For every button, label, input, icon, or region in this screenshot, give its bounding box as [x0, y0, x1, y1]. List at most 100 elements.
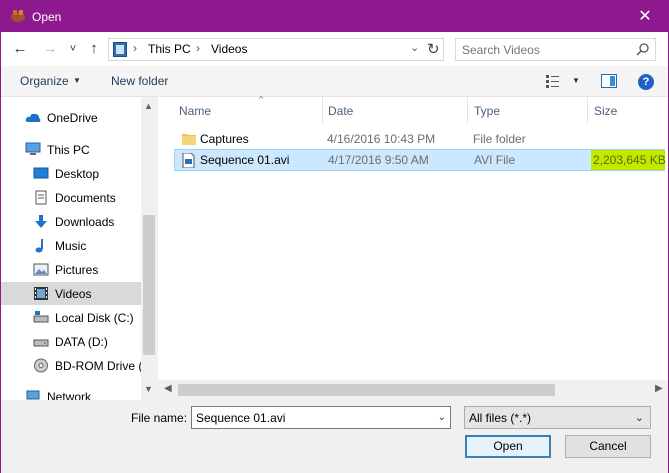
search-icon[interactable] [636, 42, 650, 56]
app-icon [11, 10, 25, 22]
column-header-size[interactable]: Size [587, 97, 667, 124]
sidebar-item-this-pc[interactable]: This PC [1, 138, 141, 161]
breadcrumb-videos[interactable]: Videos [211, 42, 247, 56]
horizontal-scrollbar[interactable]: ◀ ▶ [158, 380, 668, 400]
file-list: Name ^ Date Type Size Captures 4/16/2016… [158, 94, 668, 400]
file-name-field[interactable]: Sequence 01.avi ⌄ [191, 406, 451, 429]
column-label: Name [179, 104, 212, 118]
bd-rom-icon [34, 358, 48, 373]
refresh-button[interactable]: ↻ [427, 40, 440, 58]
desktop-icon [33, 167, 49, 179]
view-dropdown-icon[interactable]: ▼ [572, 76, 580, 85]
column-header-name[interactable]: Name ^ [172, 94, 322, 124]
documents-icon [35, 190, 47, 205]
column-header-type[interactable]: Type [467, 97, 587, 124]
scroll-up-icon[interactable]: ▲ [144, 101, 153, 111]
sidebar-item-label: Music [55, 239, 87, 253]
close-button[interactable]: ✕ [622, 1, 668, 32]
cancel-button[interactable]: Cancel [565, 435, 651, 458]
sidebar-item-bd-rom[interactable]: BD-ROM Drive (E [1, 354, 150, 377]
file-name: Sequence 01.avi [200, 153, 290, 167]
back-button[interactable]: ← [10, 39, 30, 59]
music-icon [35, 239, 43, 253]
network-icon [26, 390, 40, 400]
breadcrumb-this-pc[interactable]: This PC [148, 42, 191, 56]
sidebar-item-label: DATA (D:) [55, 335, 108, 349]
new-folder-button[interactable]: New folder [111, 74, 168, 88]
search-input[interactable] [462, 42, 632, 58]
address-bar[interactable]: › This PC › Videos ⌄ ↻ [108, 38, 444, 61]
sidebar-item-data-drive[interactable]: DATA (D:) [1, 330, 141, 353]
scroll-right-icon[interactable]: ▶ [655, 383, 663, 394]
window-title: Open [32, 10, 62, 24]
cloud-icon [25, 113, 41, 122]
scroll-left-icon[interactable]: ◀ [164, 383, 172, 394]
file-row-sequence[interactable]: Sequence 01.avi 4/17/2016 9:50 AM AVI Fi… [174, 149, 666, 171]
chevron-down-icon[interactable]: ⌄ [438, 412, 446, 423]
file-name: Captures [200, 132, 249, 146]
sidebar-item-local-disk[interactable]: Local Disk (C:) [1, 306, 141, 329]
column-label: Type [474, 104, 501, 118]
organize-button[interactable]: Organize [20, 74, 69, 88]
file-date: 4/16/2016 10:43 PM [327, 132, 436, 146]
sidebar-item-label: Network [47, 390, 92, 400]
sidebar-item-label: Downloads [55, 215, 115, 229]
scroll-thumb[interactable] [143, 215, 155, 355]
view-options-icon[interactable] [546, 74, 564, 88]
sidebar-item-downloads[interactable]: Downloads [1, 210, 141, 233]
address-dropdown-icon[interactable]: ⌄ [410, 41, 419, 54]
up-button[interactable]: ↑ [84, 39, 104, 59]
file-row-captures[interactable]: Captures 4/16/2016 10:43 PM File folder [174, 128, 665, 150]
help-icon[interactable]: ? [638, 74, 654, 90]
search-box[interactable] [455, 38, 656, 61]
scroll-down-icon[interactable]: ▼ [144, 384, 153, 394]
file-name-label: File name: [131, 411, 188, 425]
sidebar-item-label: Pictures [55, 263, 99, 277]
file-type: AVI File [474, 153, 516, 167]
file-size: 2,203,645 KB [591, 150, 666, 170]
navigation-pane: OneDrive This PC Desktop Documents Downl… [1, 97, 157, 400]
folder-icon [182, 134, 196, 145]
chevron-down-icon[interactable]: ⌄ [635, 411, 644, 424]
filter-value: All files (*.*) [469, 411, 532, 425]
scroll-thumb[interactable] [178, 384, 555, 396]
computer-icon [25, 142, 41, 155]
breadcrumb-separator: › [133, 41, 137, 55]
sidebar-item-label: OneDrive [47, 111, 98, 125]
sidebar-item-label: BD-ROM Drive (E [55, 359, 151, 373]
breadcrumb-separator: › [196, 41, 200, 55]
sidebar-item-network[interactable]: Network [1, 385, 141, 400]
recent-locations-button[interactable]: ˅ [63, 39, 83, 59]
column-header-date[interactable]: Date [321, 97, 467, 124]
file-type: File folder [473, 132, 526, 146]
sidebar-item-videos[interactable]: Videos [1, 282, 141, 305]
file-date: 4/17/2016 9:50 AM [328, 153, 429, 167]
file-name-value[interactable]: Sequence 01.avi [196, 411, 285, 425]
videos-folder-icon [113, 42, 127, 57]
preview-pane-icon[interactable] [601, 74, 617, 88]
file-type-filter[interactable]: All files (*.*) ⌄ [464, 406, 651, 429]
sidebar-scrollbar[interactable]: ▲ ▼ [141, 97, 157, 400]
sidebar-item-music[interactable]: Music [1, 234, 141, 257]
sidebar-item-documents[interactable]: Documents [1, 186, 141, 209]
forward-button[interactable]: → [40, 39, 60, 59]
column-label: Size [594, 104, 618, 118]
open-button[interactable]: Open [465, 435, 551, 458]
sort-ascending-icon: ^ [259, 94, 264, 104]
pictures-icon [33, 263, 49, 276]
sidebar-item-label: Desktop [55, 167, 100, 181]
organize-dropdown-icon[interactable]: ▼ [73, 76, 81, 85]
sidebar-item-onedrive[interactable]: OneDrive [1, 106, 141, 129]
sidebar-item-label: Documents [55, 191, 116, 205]
command-bar: Organize ▼ New folder ▼ ? [1, 66, 668, 97]
sidebar-item-pictures[interactable]: Pictures [1, 258, 141, 281]
videos-icon [34, 287, 48, 300]
avi-file-icon [182, 153, 195, 168]
local-disk-icon [33, 311, 49, 323]
dialog-footer: File name: Sequence 01.avi ⌄ All files (… [1, 400, 668, 473]
navigation-bar: ← → ˅ ↑ › This PC › Videos ⌄ ↻ [1, 32, 668, 66]
drive-icon [33, 339, 49, 347]
column-label: Date [328, 104, 354, 118]
downloads-icon [35, 215, 47, 228]
sidebar-item-desktop[interactable]: Desktop [1, 162, 141, 185]
